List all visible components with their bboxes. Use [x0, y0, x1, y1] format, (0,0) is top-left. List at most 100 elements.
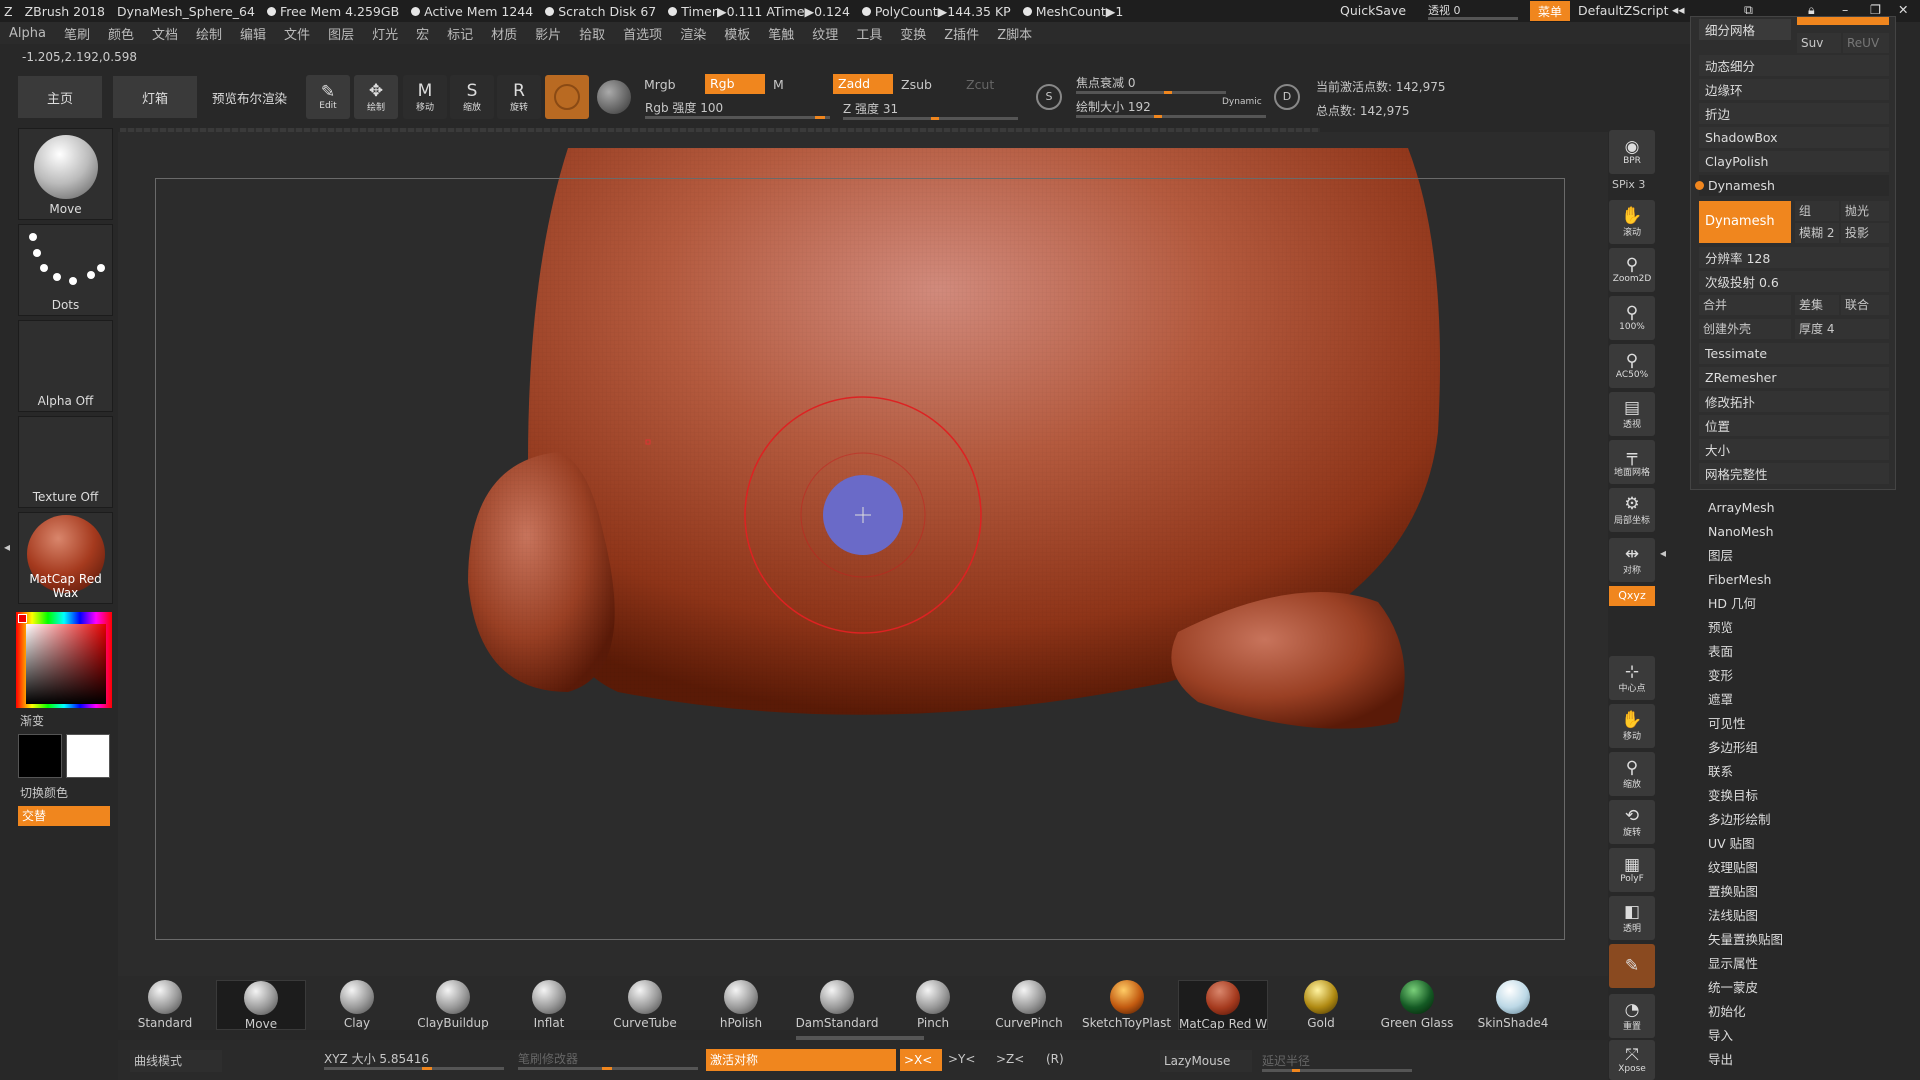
brush-modifier-slider[interactable]: 笔刷修改器	[518, 1050, 578, 1067]
subpalette-layers[interactable]: 图层	[1700, 544, 1910, 568]
opacity-slider-track[interactable]	[1428, 17, 1518, 20]
rotate-view-button[interactable]: ⟲ 旋转	[1609, 800, 1655, 844]
brush-claybuildup[interactable]: ClayBuildup	[408, 980, 498, 1030]
transparent-button[interactable]: ◧ 透明	[1609, 896, 1655, 940]
tessimate[interactable]: Tessimate	[1699, 343, 1889, 364]
local-button[interactable]: ⚙ 局部坐标	[1609, 488, 1655, 532]
right-collapse-icon[interactable]: ◂	[1660, 546, 1666, 560]
spotlight-d-icon[interactable]: D	[1274, 84, 1300, 110]
project-button[interactable]: 投影	[1841, 223, 1889, 243]
scale-view-button[interactable]: ⚲ 缩放	[1609, 752, 1655, 796]
menu-color[interactable]: 颜色	[108, 24, 134, 43]
close-icon[interactable]: ✕	[1898, 2, 1908, 17]
subpalette-import[interactable]: 导入	[1700, 1024, 1910, 1048]
move-view-button[interactable]: ✋ 移动	[1609, 704, 1655, 748]
secondary-color-swatch[interactable]	[18, 734, 62, 778]
alpha-tile[interactable]: Alpha Off	[18, 320, 113, 412]
menu-brush[interactable]: 笔刷	[64, 24, 90, 43]
lazymouse-button[interactable]: LazyMouse	[1160, 1050, 1252, 1072]
suv-button[interactable]: Suv	[1797, 33, 1841, 53]
rgb-intensity-track[interactable]	[645, 116, 830, 119]
menu-tool[interactable]: 工具	[856, 24, 882, 43]
actual-size-button[interactable]: ⚲ 100%	[1609, 296, 1655, 340]
zadd-button[interactable]: Zadd	[833, 74, 893, 94]
subpalette-contact[interactable]: 联系	[1700, 760, 1910, 784]
menu-preferences[interactable]: 首选项	[623, 24, 662, 43]
material-skinshade4[interactable]: SkinShade4	[1468, 980, 1558, 1030]
subpalette-surface[interactable]: 表面	[1700, 640, 1910, 664]
lazy-radius-slider[interactable]: 延迟半径	[1262, 1052, 1310, 1069]
menu-picker[interactable]: 拾取	[579, 24, 605, 43]
modify-topology[interactable]: 修改拓扑	[1699, 391, 1889, 412]
maximize-icon[interactable]: ❐	[1870, 2, 1881, 17]
dynamesh-button[interactable]: Dynamesh	[1699, 201, 1791, 243]
blur-slider[interactable]: 模糊 2	[1795, 223, 1839, 243]
material-tile[interactable]: MatCap Red Wax	[18, 512, 113, 604]
material-green-glass[interactable]: Green Glass	[1372, 980, 1462, 1030]
polish-button[interactable]: 抛光	[1841, 201, 1889, 221]
subpalette-display-properties[interactable]: 显示属性	[1700, 952, 1910, 976]
subpalette-uv-map[interactable]: UV 贴图	[1700, 832, 1910, 856]
size[interactable]: 大小	[1699, 439, 1889, 460]
frame-button[interactable]: ⊹ 中心点	[1609, 656, 1655, 700]
color-sphere-icon[interactable]	[597, 80, 631, 114]
brush-pinch[interactable]: Pinch	[888, 980, 978, 1030]
menu-zscript[interactable]: Z脚本	[997, 24, 1032, 43]
z-intensity-track[interactable]	[843, 117, 1018, 120]
groups-button[interactable]: 组	[1795, 201, 1839, 221]
subproject-slider[interactable]: 次级投射 0.6	[1699, 271, 1889, 292]
brush-damstandard[interactable]: DamStandard	[792, 980, 882, 1030]
xpose-button[interactable]: ⤧ Xpose	[1609, 1040, 1655, 1080]
menu-alpha[interactable]: Alpha	[9, 26, 46, 41]
subdivision-slider[interactable]	[1797, 17, 1889, 25]
brush-clay[interactable]: Clay	[312, 980, 402, 1030]
subpalette-unified-skin[interactable]: 统一蒙皮	[1700, 976, 1910, 1000]
dynamic-toggle[interactable]: Dynamic	[1222, 97, 1262, 107]
brush-move[interactable]: Move	[216, 980, 306, 1031]
symmetry-button[interactable]: ⇹ 对称	[1609, 538, 1655, 582]
spix-slider[interactable]: SPix 3	[1612, 178, 1645, 191]
texture-tile[interactable]: Texture Off	[18, 416, 113, 508]
menu-stencil[interactable]: 模板	[724, 24, 750, 43]
material-sketchtoyplastic[interactable]: SketchToyPlastic	[1082, 980, 1172, 1030]
lightbox-button[interactable]: 灯箱	[113, 76, 197, 118]
color-picker[interactable]	[16, 612, 112, 708]
rgb-intensity-slider[interactable]: Rgb 强度 100	[645, 99, 723, 116]
menu-transform[interactable]: 变换	[900, 24, 926, 43]
reset-button[interactable]: ◔ 重置	[1609, 994, 1655, 1038]
menu-draw[interactable]: 绘制	[196, 24, 222, 43]
menu-texture[interactable]: 纹理	[812, 24, 838, 43]
and-button[interactable]: 联合	[1841, 295, 1889, 315]
xyz-rotate-button[interactable]: Qxyz	[1609, 586, 1655, 606]
subpalette-vector-displacement[interactable]: 矢量置换贴图	[1700, 928, 1910, 952]
zcut-button[interactable]: Zcut	[966, 77, 994, 92]
menu-button[interactable]: 菜单	[1530, 1, 1570, 21]
brush-curvepinch[interactable]: CurvePinch	[984, 980, 1074, 1030]
thickness-slider[interactable]: 厚度 4	[1795, 319, 1889, 339]
draw-button[interactable]: ✥ 绘制	[354, 75, 398, 119]
brush-curvetube[interactable]: CurveTube	[600, 980, 690, 1030]
subpalette-hd-geometry[interactable]: HD 几何	[1700, 592, 1910, 616]
menu-zplugin[interactable]: Z插件	[944, 24, 979, 43]
xyz-size-track[interactable]	[324, 1067, 504, 1070]
subpalette-displacement-map[interactable]: 置换贴图	[1700, 880, 1910, 904]
subpalette-morph-target[interactable]: 变换目标	[1700, 784, 1910, 808]
zoom2d-button[interactable]: ⚲ Zoom2D	[1609, 248, 1655, 292]
brush-modifier-track[interactable]	[518, 1067, 698, 1070]
menu-material[interactable]: 材质	[491, 24, 517, 43]
material-gold[interactable]: Gold	[1276, 980, 1366, 1030]
resolution-slider[interactable]: 分辨率 128	[1699, 247, 1889, 268]
opacity-slider[interactable]: 透视 0	[1428, 2, 1461, 18]
subpalette-polypaint[interactable]: 多边形绘制	[1700, 808, 1910, 832]
position[interactable]: 位置	[1699, 415, 1889, 436]
menu-stroke[interactable]: 笔触	[768, 24, 794, 43]
mrgb-button[interactable]: Mrgb	[644, 77, 676, 92]
z-intensity-slider[interactable]: Z 强度 31	[843, 100, 898, 117]
symmetry-y-button[interactable]: >Y<	[948, 1052, 975, 1066]
brush-standard[interactable]: Standard	[120, 980, 210, 1030]
edge-loop[interactable]: 边缘环	[1699, 79, 1889, 100]
polyframe-button[interactable]: ▦ PolyF	[1609, 848, 1655, 892]
menu-light[interactable]: 灯光	[372, 24, 398, 43]
menu-layer[interactable]: 图层	[328, 24, 354, 43]
menu-document[interactable]: 文档	[152, 24, 178, 43]
